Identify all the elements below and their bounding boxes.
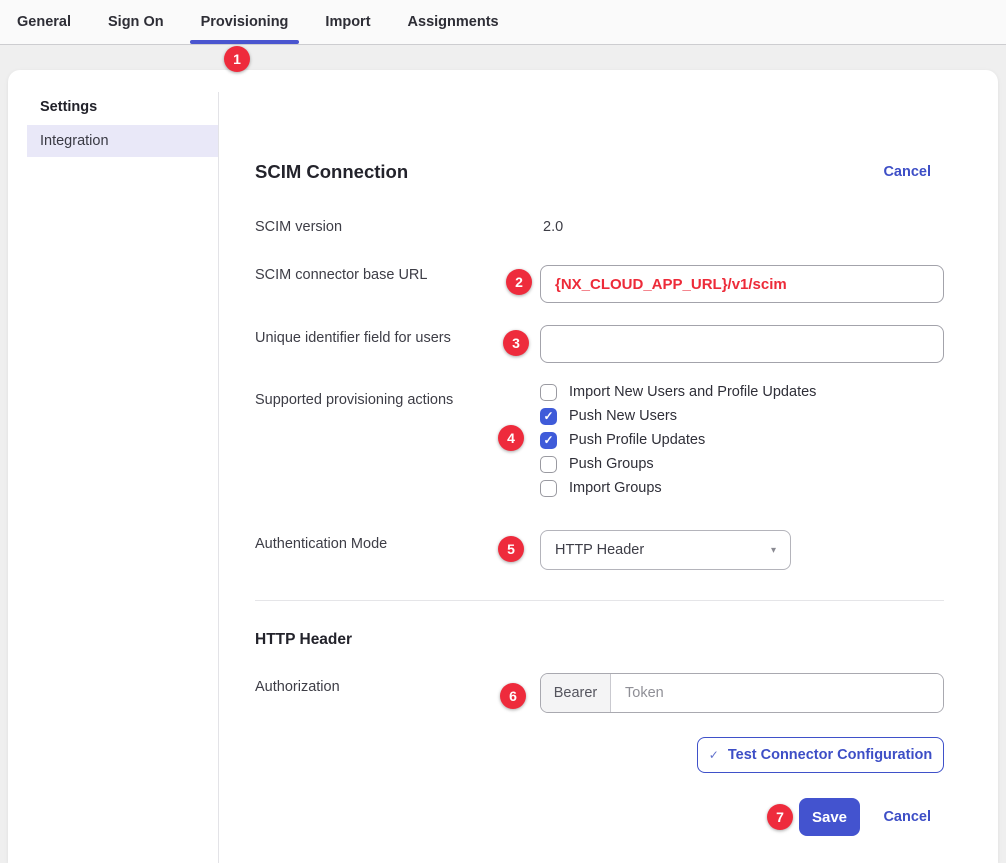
step-badge-4: 4 [498,425,524,451]
page-title: SCIM Connection [255,161,408,183]
cancel-link-top[interactable]: Cancel [883,164,931,180]
section-divider [255,600,944,601]
tab-general[interactable]: General [17,0,71,44]
authorization-label: Authorization [255,679,340,695]
provisioning-actions-label: Supported provisioning actions [255,392,453,408]
checkbox-row-import-groups[interactable]: Import Groups [540,478,662,498]
checkbox-row-import-users[interactable]: Import New Users and Profile Updates [540,382,816,402]
checkbox-push-new-users[interactable] [540,408,557,425]
unique-id-label: Unique identifier field for users [255,330,451,346]
unique-id-input[interactable] [540,325,944,363]
checkbox-label: Import New Users and Profile Updates [569,384,816,400]
auth-mode-selected-value: HTTP Header [555,542,644,558]
cancel-link-bottom[interactable]: Cancel [883,809,931,825]
sidebar-item-label: Integration [40,133,109,149]
bearer-prefix: Bearer [541,674,611,712]
scim-version-label: SCIM version [255,219,342,235]
checkbox-label: Push Profile Updates [569,432,705,448]
step-badge-6: 6 [500,683,526,709]
step-badge-3: 3 [503,330,529,356]
step-badge-5: 5 [498,536,524,562]
scim-connection-form: SCIM Connection Cancel SCIM version 2.0 … [255,70,944,863]
sidebar-divider [218,92,219,863]
checkbox-label: Push New Users [569,408,677,424]
step-badge-1: 1 [224,46,250,72]
check-icon: ✓ [709,748,719,762]
tab-sign-on[interactable]: Sign On [108,0,164,44]
settings-sidebar: Settings Integration [8,70,218,863]
scim-version-value: 2.0 [543,219,563,235]
tab-assignments[interactable]: Assignments [408,0,499,44]
checkbox-push-groups[interactable] [540,456,557,473]
checkbox-push-profile-updates[interactable] [540,432,557,449]
tab-provisioning[interactable]: Provisioning [201,0,289,44]
test-connector-button-label: Test Connector Configuration [728,747,932,763]
auth-mode-select[interactable]: HTTP Header ▾ [540,530,791,570]
sidebar-header: Settings [40,99,97,115]
sidebar-item-integration[interactable]: Integration [27,125,218,157]
checkbox-label: Import Groups [569,480,662,496]
content-card: Settings Integration SCIM Connection Can… [8,70,998,863]
checkbox-import-users[interactable] [540,384,557,401]
checkbox-row-push-new-users[interactable]: Push New Users [540,406,677,426]
checkbox-row-push-groups[interactable]: Push Groups [540,454,654,474]
step-badge-2: 2 [506,269,532,295]
chevron-down-icon: ▾ [771,545,776,556]
checkbox-import-groups[interactable] [540,480,557,497]
save-button[interactable]: Save [799,798,860,836]
authorization-input-group: Bearer [540,673,944,713]
tab-import[interactable]: Import [325,0,370,44]
checkbox-label: Push Groups [569,456,654,472]
base-url-input[interactable] [540,265,944,303]
auth-mode-label: Authentication Mode [255,536,387,552]
test-connector-button[interactable]: ✓ Test Connector Configuration [697,737,944,773]
tabs: General Sign On Provisioning Import Assi… [0,0,1006,44]
http-header-section-title: HTTP Header [255,631,352,649]
token-input[interactable] [611,674,943,712]
app-tab-bar: General Sign On Provisioning Import Assi… [0,0,1006,45]
checkbox-row-push-profile-updates[interactable]: Push Profile Updates [540,430,705,450]
base-url-label: SCIM connector base URL [255,267,427,283]
step-badge-7: 7 [767,804,793,830]
